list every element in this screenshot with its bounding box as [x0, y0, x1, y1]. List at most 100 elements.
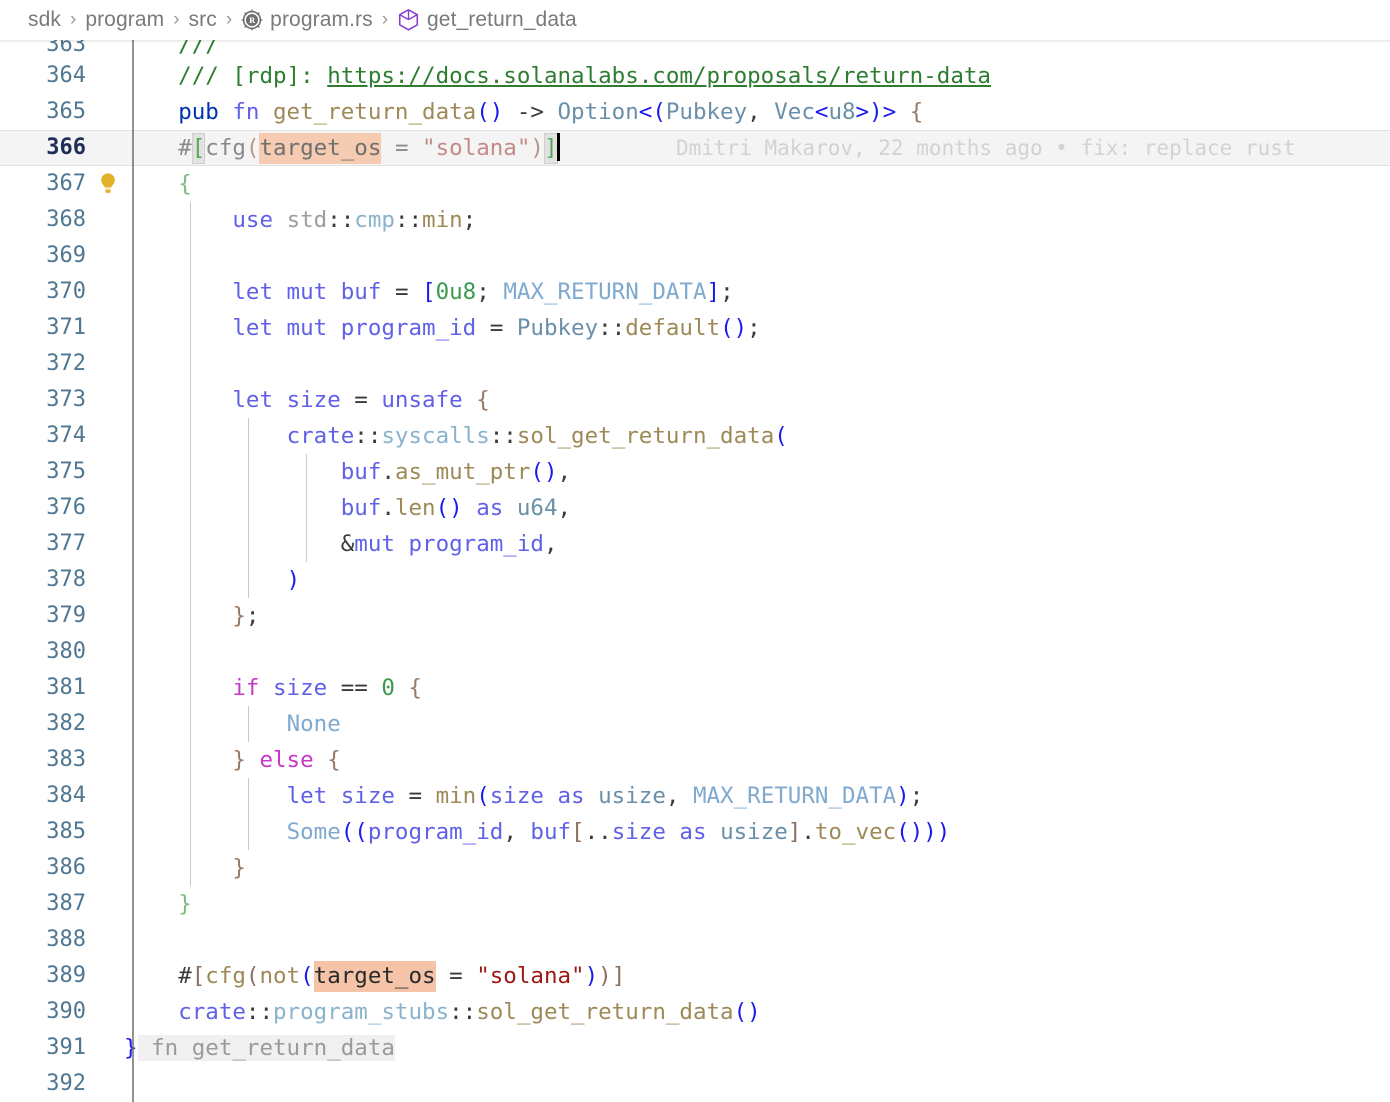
line-number: 382: [46, 711, 86, 736]
line-content: }: [232, 855, 246, 881]
indent-guide: [190, 418, 191, 454]
code-line[interactable]: 382 None: [0, 706, 1390, 742]
breadcrumb-separator-icon: ›: [173, 9, 180, 30]
breadcrumb-item-get-return-data[interactable]: get_return_data: [427, 8, 577, 32]
code-line[interactable]: 370 let mut buf = [0u8; MAX_RETURN_DATA]…: [0, 274, 1390, 310]
code-line[interactable]: 367 {: [0, 166, 1390, 202]
line-number: 383: [46, 747, 86, 772]
indent-guide: [306, 490, 307, 526]
code-line[interactable]: 374 crate::syscalls::sol_get_return_data…: [0, 418, 1390, 454]
breadcrumb-item-program[interactable]: program: [85, 8, 164, 32]
indent-guide: [190, 814, 191, 850]
indent-guide: [190, 598, 191, 634]
line-content: /// [rdp]: https://docs.solanalabs.com/p…: [124, 63, 991, 89]
breadcrumb-separator-icon: ›: [381, 9, 389, 30]
indent-guide: [248, 706, 249, 742]
code-line[interactable]: 377 &mut program_id,: [0, 526, 1390, 562]
line-content: {: [178, 171, 192, 197]
code-line[interactable]: 373 let size = unsafe {: [0, 382, 1390, 418]
line-content: use std::cmp::min;: [232, 207, 477, 233]
line-number: 374: [46, 423, 86, 448]
breadcrumb-item-sdk[interactable]: sdk: [28, 8, 61, 32]
code-line[interactable]: 364 /// [rdp]: https://docs.solanalabs.c…: [0, 58, 1390, 94]
breadcrumb-separator-icon: ›: [69, 9, 77, 30]
indent-guide: [248, 778, 249, 814]
indent-guide: [248, 418, 249, 454]
line-number: 376: [46, 495, 86, 520]
code-line[interactable]: 363 ///: [0, 40, 1390, 58]
indent-guide: [190, 526, 191, 562]
indent-guide: [248, 454, 249, 490]
code-line[interactable]: 380: [0, 634, 1390, 670]
line-content: crate::program_stubs::sol_get_return_dat…: [178, 999, 761, 1025]
svg-text:R: R: [249, 16, 256, 25]
line-content: &mut program_id,: [340, 531, 558, 557]
line-number: 369: [46, 243, 86, 268]
code-line[interactable]: 389 #[cfg(not(target_os = "solana"))]: [0, 958, 1390, 994]
code-line[interactable]: 376 buf.len() as u64,: [0, 490, 1390, 526]
code-line[interactable]: 381 if size == 0 {: [0, 670, 1390, 706]
indent-guide: [190, 238, 191, 274]
line-content: let size = min(size as usize, MAX_RETURN…: [286, 783, 924, 809]
code-editor[interactable]: 363 /// 364 /// [rdp]: https://docs.sola…: [0, 40, 1390, 1102]
indent-guide: [190, 778, 191, 814]
code-line[interactable]: 365 pub fn get_return_data() -> Option<(…: [0, 94, 1390, 130]
line-content: let mut program_id = Pubkey::default();: [232, 315, 761, 341]
line-content: pub fn get_return_data() -> Option<(Pubk…: [178, 99, 924, 125]
code-line[interactable]: 387 }: [0, 886, 1390, 922]
line-content: };: [232, 603, 260, 629]
code-line[interactable]: 368 use std::cmp::min;: [0, 202, 1390, 238]
code-line[interactable]: 372: [0, 346, 1390, 382]
code-line[interactable]: 388: [0, 922, 1390, 958]
line-number: 363: [46, 40, 86, 57]
indent-guide: [190, 202, 191, 238]
text-caret: [556, 133, 560, 161]
indent-guide: [190, 490, 191, 526]
indent-guide: [248, 490, 249, 526]
doc-url-link[interactable]: https://docs.solanalabs.com/proposals/re…: [327, 63, 991, 89]
breadcrumb-item-src[interactable]: src: [189, 8, 217, 32]
indent-guide: [306, 454, 307, 490]
line-content: buf.len() as u64,: [340, 495, 572, 521]
line-content: let size = unsafe {: [232, 387, 490, 413]
code-line[interactable]: 386 }: [0, 850, 1390, 886]
line-number: 380: [46, 639, 86, 664]
line-number: 372: [46, 351, 86, 376]
function-cube-icon: [397, 8, 420, 32]
breadcrumb-item-program-rs[interactable]: program.rs: [270, 8, 373, 32]
lightbulb-icon[interactable]: [14, 135, 116, 193]
line-number: 390: [46, 999, 86, 1024]
code-line-current[interactable]: 366 #[cfg(target_os = "solana")] Dmitri …: [0, 130, 1390, 193]
line-number: 392: [46, 1071, 86, 1096]
line-number: 384: [46, 783, 86, 808]
indent-guide: [190, 742, 191, 778]
indent-guide: [190, 454, 191, 490]
indent-guide: [248, 562, 249, 598]
code-line[interactable]: 375 buf.as_mut_ptr(),: [0, 454, 1390, 490]
code-line[interactable]: 392: [0, 1066, 1390, 1102]
code-line[interactable]: 383 } else {: [0, 742, 1390, 778]
code-line[interactable]: 378 ): [0, 562, 1390, 598]
code-line[interactable]: 369: [0, 238, 1390, 274]
line-number: 371: [46, 315, 86, 340]
line-number: 365: [46, 99, 86, 124]
git-blame-annotation[interactable]: Dmitri Makarov, 22 months ago • fix: rep…: [676, 130, 1296, 166]
indent-guide: [190, 634, 191, 670]
line-number: 385: [46, 819, 86, 844]
code-line[interactable]: 391 } fn get_return_data: [0, 1030, 1390, 1066]
line-content: if size == 0 {: [232, 675, 423, 701]
line-number: 388: [46, 927, 86, 952]
gutter-divider: [132, 40, 134, 1102]
code-line[interactable]: 384 let size = min(size as usize, MAX_RE…: [0, 778, 1390, 814]
indent-guide: [190, 310, 191, 346]
line-number: 378: [46, 567, 86, 592]
code-line[interactable]: 371 let mut program_id = Pubkey::default…: [0, 310, 1390, 346]
code-line[interactable]: 385 Some((program_id, buf[..size as usiz…: [0, 814, 1390, 850]
code-line[interactable]: 379 };: [0, 598, 1390, 634]
line-number: 377: [46, 531, 86, 556]
line-number: 387: [46, 891, 86, 916]
code-line[interactable]: 390 crate::program_stubs::sol_get_return…: [0, 994, 1390, 1030]
indent-guide: [248, 814, 249, 850]
indent-guide: [248, 526, 249, 562]
line-content: let mut buf = [0u8; MAX_RETURN_DATA];: [232, 279, 734, 305]
